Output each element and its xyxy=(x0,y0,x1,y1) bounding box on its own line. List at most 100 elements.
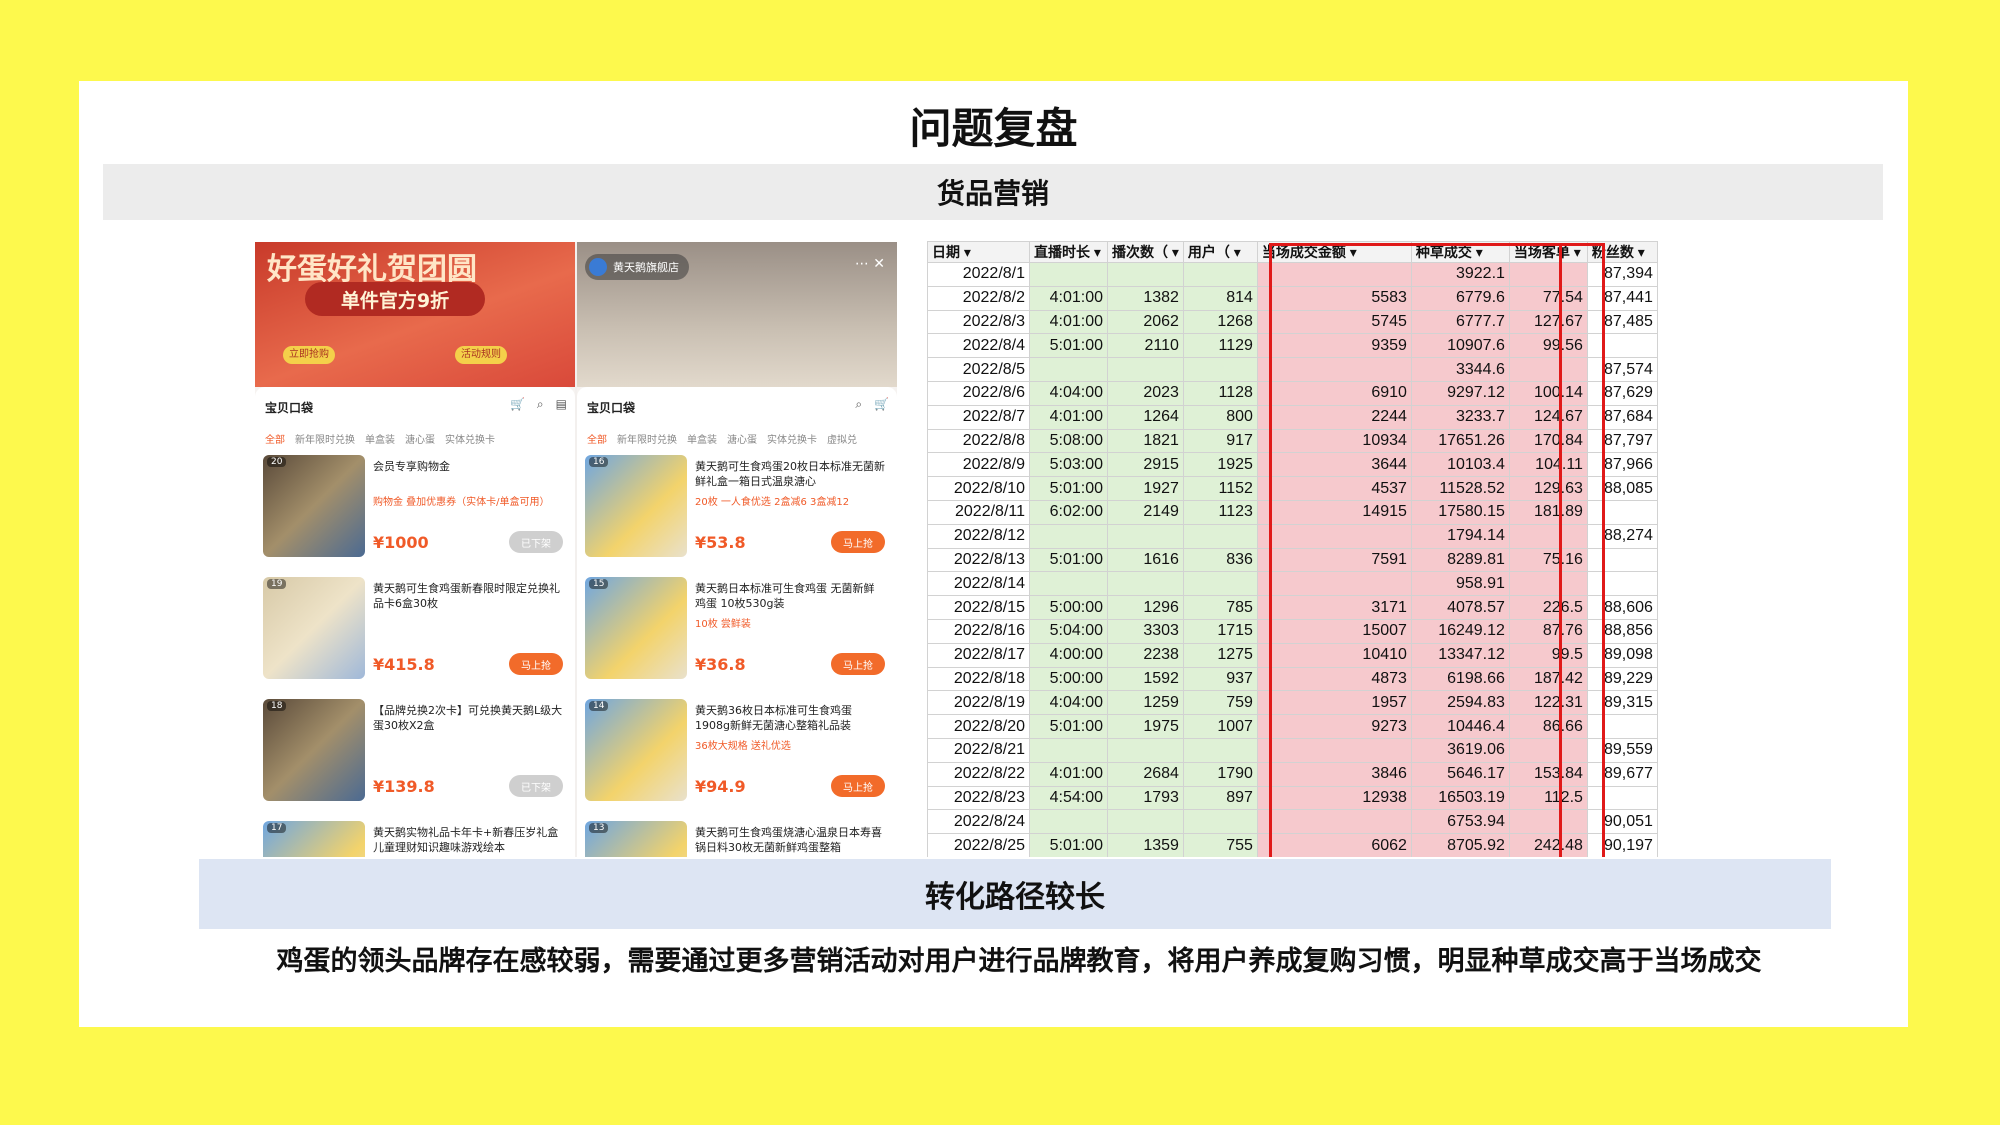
table-cell: 836 xyxy=(1182,547,1258,573)
table-cell: 1790 xyxy=(1182,761,1258,787)
table-cell: 1382 xyxy=(1107,285,1184,311)
product-item[interactable]: 16 黄天鹅可生食鸡蛋20枚日本标准无菌新鲜礼盒一箱日式温泉溏心 20枚 一人食优选… xyxy=(585,455,889,559)
column-header[interactable]: 日期 ▾ xyxy=(927,241,1030,263)
search-icon[interactable]: ⌕ xyxy=(537,397,544,412)
product-item[interactable]: 20 会员专享购物金 购物金 叠加优惠券（实体卡/单盒可用） ¥1000 已下架 xyxy=(263,455,567,559)
buy-now-button[interactable]: 马上抢 xyxy=(831,775,885,797)
table-cell: 77.54 xyxy=(1508,285,1588,311)
tab-all[interactable]: 全部 xyxy=(265,431,285,446)
table-row: 2022/8/116:02:00214911231491517580.15181… xyxy=(927,499,1658,525)
banner-chip[interactable]: 立即抢购 xyxy=(283,346,335,364)
table-cell: 88,085 xyxy=(1586,476,1658,501)
table-cell xyxy=(1107,571,1184,597)
tab-virtual[interactable]: 虚拟兑 xyxy=(827,431,857,446)
table-row: 2022/8/194:04:00125975919572594.83122.31… xyxy=(927,690,1658,716)
tab-all[interactable]: 全部 xyxy=(587,431,607,446)
shop-badge[interactable]: 黄天鹅旗舰店 xyxy=(585,254,689,280)
table-cell: 2022/8/16 xyxy=(927,618,1030,644)
product-item[interactable]: 15 黄天鹅日本标准可生食鸡蛋 无菌新鲜鸡蛋 10枚530g装 10枚 尝鲜装 ¥36… xyxy=(585,577,889,681)
buy-now-button[interactable]: 马上抢 xyxy=(509,653,563,675)
tab-card[interactable]: 实体兑换卡 xyxy=(767,431,817,446)
column-header[interactable]: 播次数（ ▾ xyxy=(1107,241,1184,263)
table-cell: 2022/8/8 xyxy=(927,428,1030,454)
table-cell: 1007 xyxy=(1182,714,1258,739)
table-cell: 2022/8/12 xyxy=(927,523,1030,549)
column-header[interactable]: 当场成交金额 ▾ xyxy=(1256,241,1412,263)
tab-new-year[interactable]: 新年限时兑换 xyxy=(617,431,677,446)
product-price: ¥415.8 xyxy=(373,655,435,674)
table-cell: 2023 xyxy=(1107,380,1184,406)
table-row: 2022/8/2 4:01:00 1382 814 5583 6779.6 77.54 87,… xyxy=(927,285,1658,311)
table-cell xyxy=(1107,809,1184,835)
table-cell: 99.5 xyxy=(1508,642,1588,668)
sold-out-button[interactable]: 已下架 xyxy=(509,775,563,797)
tab-single-box[interactable]: 单盒装 xyxy=(687,431,717,446)
table-cell xyxy=(1508,809,1588,835)
table-cell: 5:03:00 xyxy=(1029,452,1108,478)
table-cell: 1129 xyxy=(1182,333,1258,359)
buy-now-button[interactable]: 马上抢 xyxy=(831,531,885,553)
table-cell: 87,684 xyxy=(1586,404,1658,430)
section-header: 货品营销 xyxy=(103,164,1883,220)
product-thumbnail: 19 xyxy=(263,577,365,679)
more-close-controls[interactable]: ⋯ ✕ xyxy=(855,256,885,272)
table-row: 2022/8/34:01:002062126857456777.7127.678… xyxy=(927,309,1658,335)
table-cell: 2022/8/21 xyxy=(927,737,1030,763)
product-item[interactable]: 17 黄天鹅实物礼品卡年卡+新春压岁礼盒儿童理财知识趣味游戏绘本 xyxy=(263,821,567,857)
table-cell xyxy=(1182,809,1258,835)
column-header[interactable]: 粉丝数 ▾ xyxy=(1586,241,1658,263)
table-cell: 755 xyxy=(1182,833,1258,857)
product-item[interactable]: 19 黄天鹅可生食鸡蛋新春限时限定兑换礼品卡6盒30枚 ¥415.8 马上抢 xyxy=(263,577,567,681)
page-title: 问题复盘 xyxy=(909,104,1078,153)
buy-now-button[interactable]: 马上抢 xyxy=(831,653,885,675)
product-item[interactable]: 14 黄天鹅36枚日本标准可生食鸡蛋1908g新鲜无菌溏心整箱礼品装 36枚大规格 … xyxy=(585,699,889,803)
table-cell: 226.5 xyxy=(1508,595,1588,620)
cart-icon[interactable]: 🛒 xyxy=(874,397,889,412)
column-header[interactable]: 种草成交 ▾ xyxy=(1410,241,1510,263)
cart-icon[interactable]: 🛒 xyxy=(510,397,525,412)
table-cell: 1927 xyxy=(1107,476,1184,501)
table-cell: 1616 xyxy=(1107,547,1184,573)
table-cell: 937 xyxy=(1182,666,1258,692)
tab-soft-egg[interactable]: 溏心蛋 xyxy=(727,431,757,446)
product-subtitle: 36枚大规格 送礼优选 xyxy=(695,741,791,752)
product-subtitle: 10枚 尝鲜装 xyxy=(695,619,751,630)
banner-pill: 单件官方9折 xyxy=(305,282,485,316)
tab-single-box[interactable]: 单盒装 xyxy=(365,431,395,446)
table-cell xyxy=(1586,333,1658,359)
column-header[interactable]: 直播时长 ▾ xyxy=(1029,241,1108,263)
product-item[interactable]: 18 【品牌兑换2次卡】可兑换黄天鹅L级大蛋30枚X2盒 ¥139.8 已下架 xyxy=(263,699,567,803)
table-cell xyxy=(1508,571,1588,597)
table-cell: 1821 xyxy=(1107,428,1184,454)
pocket-tabs: 全部 新年限时兑换 单盒装 溏心蛋 实体兑换卡 xyxy=(265,431,495,446)
sold-out-button[interactable]: 已下架 xyxy=(509,531,563,553)
product-thumbnail: 16 xyxy=(585,455,687,557)
table-cell: 2022/8/23 xyxy=(927,785,1030,811)
pocket-tabs: 全部 新年限时兑换 单盒装 溏心蛋 实体兑换卡 虚拟兑 xyxy=(587,431,857,446)
column-header[interactable]: 用户（ ▾ xyxy=(1182,241,1258,263)
tab-new-year[interactable]: 新年限时兑换 xyxy=(295,431,355,446)
table-cell: 89,229 xyxy=(1586,666,1658,692)
tab-soft-egg[interactable]: 溏心蛋 xyxy=(405,431,435,446)
table-cell: 3233.7 xyxy=(1410,404,1510,430)
table-cell: 8705.92 xyxy=(1410,833,1510,857)
table-cell xyxy=(1508,357,1588,382)
table-cell xyxy=(1029,262,1108,287)
table-cell xyxy=(1508,262,1588,287)
order-icon[interactable]: ▤ xyxy=(556,397,567,412)
product-name: 黄天鹅36枚日本标准可生食鸡蛋1908g新鲜无菌溏心整箱礼品装 xyxy=(695,704,852,732)
table-cell: 4537 xyxy=(1256,476,1412,501)
column-header[interactable]: 当场客单 ▾ xyxy=(1508,241,1588,263)
banner-chip[interactable]: 活动规则 xyxy=(455,346,507,364)
product-price: ¥1000 xyxy=(373,533,429,552)
product-item[interactable]: 13 黄天鹅可生食鸡蛋烧溏心温泉日本寿喜锅日料30枚无菌新鲜鸡蛋整箱 xyxy=(585,821,889,857)
tab-card[interactable]: 实体兑换卡 xyxy=(445,431,495,446)
table-cell: 15007 xyxy=(1256,618,1412,644)
table-cell: 2022/8/22 xyxy=(927,761,1030,787)
table-cell: 5:01:00 xyxy=(1029,476,1108,501)
product-name: 黄天鹅实物礼品卡年卡+新春压岁礼盒儿童理财知识趣味游戏绘本 xyxy=(373,826,559,854)
search-icon[interactable]: ⌕ xyxy=(855,397,862,412)
table-cell: 187.42 xyxy=(1508,666,1588,692)
product-subtitle: 20枚 一人食优选 2盒减6 3盒减12 xyxy=(695,497,850,508)
table-cell xyxy=(1586,499,1658,525)
